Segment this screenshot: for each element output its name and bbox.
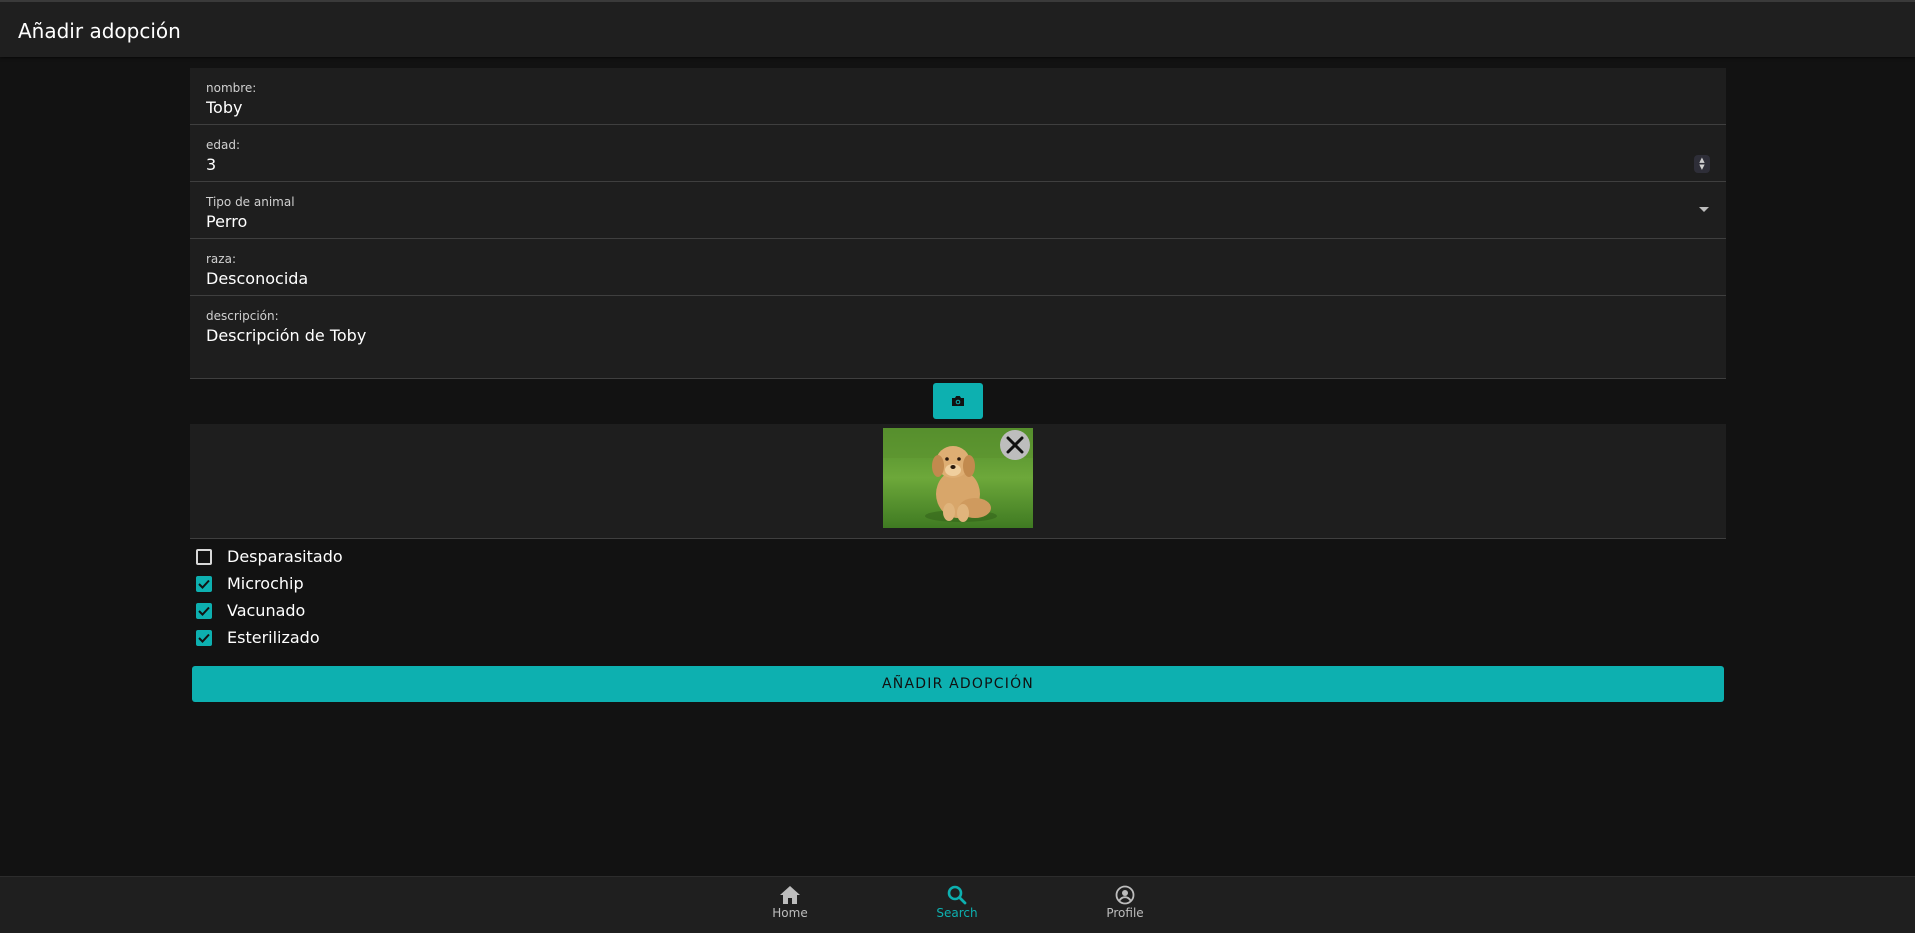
checkbox-label: Esterilizado xyxy=(227,628,320,647)
nav-search[interactable]: Search xyxy=(907,885,1007,920)
checkbox-box[interactable] xyxy=(196,548,212,565)
edad-input[interactable] xyxy=(206,155,1606,174)
dropdown-arrow-icon[interactable] xyxy=(1699,207,1709,212)
raza-field[interactable]: raza: xyxy=(190,239,1726,296)
check-icon xyxy=(198,606,210,616)
checkbox-label: Microchip xyxy=(227,574,304,593)
remove-photo-button[interactable] xyxy=(1000,430,1030,460)
photo-preview-panel xyxy=(190,424,1726,539)
nav-profile[interactable]: Profile xyxy=(1075,885,1175,920)
checkbox-label: Vacunado xyxy=(227,601,306,620)
descripcion-textarea[interactable]: Descripción de Toby xyxy=(206,326,1646,345)
checkbox-vacunado[interactable]: Vacunado xyxy=(194,597,343,624)
raza-input[interactable] xyxy=(206,269,1646,288)
app-toolbar: Añadir adopción xyxy=(0,0,1915,57)
checkbox-box[interactable] xyxy=(196,629,212,646)
checkbox-box[interactable] xyxy=(196,575,212,592)
camera-icon xyxy=(952,396,964,406)
nombre-field[interactable]: nombre: xyxy=(190,68,1726,125)
descripcion-field[interactable]: descripción: Descripción de Toby xyxy=(190,296,1726,379)
edad-field[interactable]: edad: ▲ ▼ xyxy=(190,125,1726,182)
search-icon xyxy=(947,885,967,905)
adoption-form: nombre: edad: ▲ ▼ Tipo de animal Perro r… xyxy=(190,68,1726,379)
checkbox-box[interactable] xyxy=(196,602,212,619)
nav-home-label: Home xyxy=(772,906,808,920)
add-photo-button[interactable] xyxy=(933,383,983,419)
bottom-navigation: Home Search Profile xyxy=(0,876,1915,933)
raza-label: raza: xyxy=(206,252,236,266)
add-adoption-button[interactable]: AÑADIR ADOPCIÓN xyxy=(192,666,1724,702)
checkbox-microchip[interactable]: Microchip xyxy=(194,570,343,597)
check-icon xyxy=(198,579,210,589)
descripcion-label: descripción: xyxy=(206,309,279,323)
profile-icon xyxy=(1115,885,1135,905)
tipo-animal-label: Tipo de animal xyxy=(206,195,295,209)
nav-home[interactable]: Home xyxy=(740,885,840,920)
check-icon xyxy=(198,633,210,643)
checkbox-esterilizado[interactable]: Esterilizado xyxy=(194,624,343,651)
nav-profile-label: Profile xyxy=(1106,906,1144,920)
nav-search-label: Search xyxy=(936,906,978,920)
nombre-label: nombre: xyxy=(206,81,257,95)
spin-down-icon[interactable]: ▼ xyxy=(1699,164,1704,171)
number-spinner[interactable]: ▲ ▼ xyxy=(1694,155,1710,173)
close-icon xyxy=(1006,436,1024,454)
health-checkboxes: Desparasitado Microchip Vacunado Esteril… xyxy=(194,543,343,651)
home-icon xyxy=(780,886,800,904)
tipo-animal-value[interactable]: Perro xyxy=(206,212,1646,231)
checkbox-label: Desparasitado xyxy=(227,547,343,566)
edad-label: edad: xyxy=(206,138,241,152)
checkbox-desparasitado[interactable]: Desparasitado xyxy=(194,543,343,570)
nombre-input[interactable] xyxy=(206,98,1646,117)
tipo-animal-select[interactable]: Tipo de animal Perro xyxy=(190,182,1726,239)
page-title: Añadir adopción xyxy=(18,19,181,43)
